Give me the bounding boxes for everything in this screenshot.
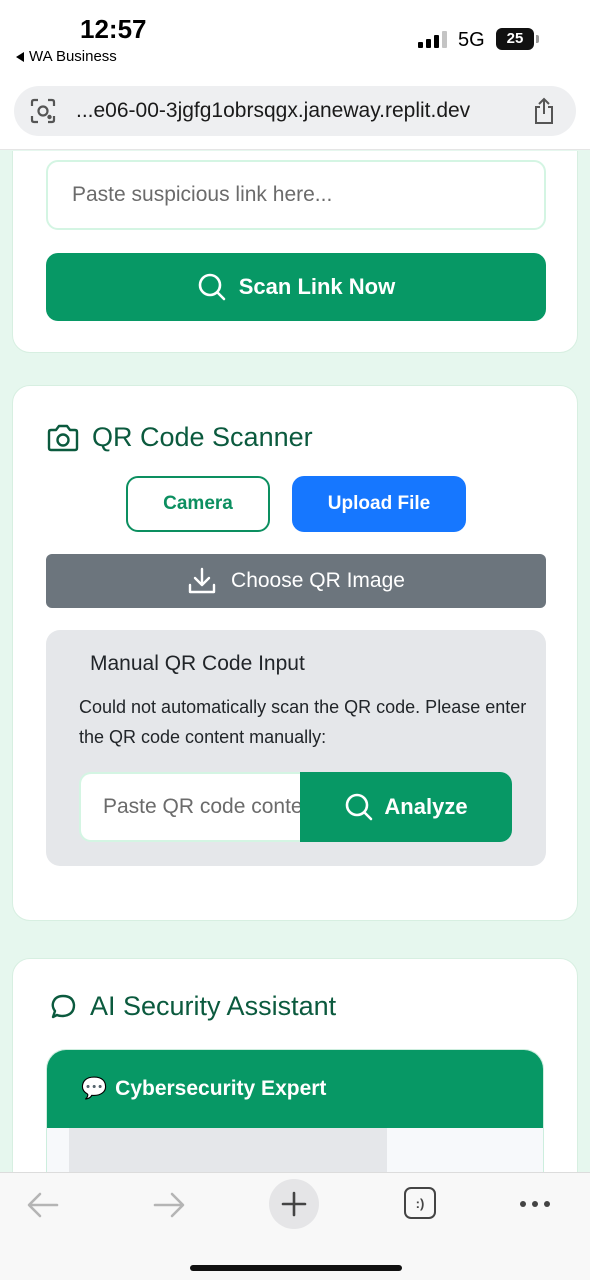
back-arrow-icon[interactable] bbox=[26, 1191, 60, 1219]
choose-qr-image-button[interactable]: Choose QR Image bbox=[46, 554, 546, 608]
ai-assistant-heading: AI Security Assistant bbox=[48, 991, 336, 1022]
manual-qr-title: Manual QR Code Input bbox=[90, 652, 305, 675]
qr-content-input[interactable]: Paste QR code content bbox=[79, 772, 301, 842]
share-icon[interactable] bbox=[532, 97, 556, 125]
dot-icon bbox=[520, 1201, 526, 1207]
url-text: ...e06-00-3jgfg1obrsqgx.janeway.replit.d… bbox=[76, 99, 471, 122]
browser-toolbar: :) bbox=[0, 1172, 590, 1280]
chat-bubble-icon bbox=[51, 994, 76, 1018]
status-time: 12:57 bbox=[80, 14, 147, 44]
back-triangle-icon bbox=[16, 51, 24, 62]
choose-qr-image-label: Choose QR Image bbox=[231, 569, 405, 592]
back-app-label: WA Business bbox=[29, 48, 117, 65]
chat-header: 💬 Cybersecurity Expert bbox=[47, 1050, 543, 1128]
manual-qr-input-panel: Manual QR Code Input Could not automatic… bbox=[46, 630, 546, 866]
analyze-button[interactable]: Analyze bbox=[300, 772, 512, 842]
signal-bars-icon bbox=[418, 30, 447, 48]
network-type: 5G bbox=[458, 29, 485, 51]
tabs-smile-icon: :) bbox=[415, 1195, 425, 1211]
chat-message-bubble bbox=[69, 1128, 387, 1172]
home-indicator[interactable] bbox=[190, 1265, 402, 1271]
dot-icon bbox=[544, 1201, 550, 1207]
chat-panel: 💬 Cybersecurity Expert bbox=[46, 1049, 544, 1172]
manual-qr-description: Could not automatically scan the QR code… bbox=[79, 697, 527, 747]
link-scanner-card: Paste suspicious link here... Scan Link … bbox=[12, 151, 578, 353]
ai-assistant-card: AI Security Assistant 💬 Cybersecurity Ex… bbox=[12, 958, 578, 1172]
camera-icon bbox=[47, 424, 79, 451]
forward-arrow-icon[interactable] bbox=[152, 1191, 186, 1219]
search-icon bbox=[346, 793, 373, 821]
download-icon bbox=[188, 567, 216, 594]
tabs-button[interactable]: :) bbox=[404, 1187, 436, 1219]
speech-balloon-icon: 💬 bbox=[81, 1077, 108, 1100]
scan-link-button[interactable]: Scan Link Now bbox=[46, 253, 546, 321]
suspicious-link-input[interactable]: Paste suspicious link here... bbox=[46, 160, 546, 230]
battery-icon: 25 bbox=[496, 28, 539, 50]
status-bar: 12:57 WA Business 5G 25 bbox=[0, 0, 590, 80]
qr-scanner-card: QR Code Scanner Camera Upload File Choos… bbox=[12, 385, 578, 921]
qr-scanner-title: QR Code Scanner bbox=[92, 422, 313, 452]
search-icon bbox=[198, 273, 226, 301]
analyze-label: Analyze bbox=[384, 794, 468, 819]
more-options-button[interactable] bbox=[520, 1201, 550, 1207]
browser-url-area: ...e06-00-3jgfg1obrsqgx.janeway.replit.d… bbox=[0, 80, 590, 150]
page-content: Paste suspicious link here... Scan Link … bbox=[0, 151, 590, 1172]
dot-icon bbox=[532, 1201, 538, 1207]
new-tab-button[interactable] bbox=[269, 1179, 319, 1229]
back-to-app-link[interactable]: WA Business bbox=[16, 48, 117, 65]
plus-icon bbox=[281, 1191, 307, 1217]
camera-button[interactable]: Camera bbox=[126, 476, 270, 532]
page-scan-icon[interactable] bbox=[30, 98, 56, 124]
upload-file-button[interactable]: Upload File bbox=[292, 476, 466, 532]
address-bar[interactable]: ...e06-00-3jgfg1obrsqgx.janeway.replit.d… bbox=[14, 86, 576, 136]
scan-link-label: Scan Link Now bbox=[238, 274, 396, 299]
qr-scanner-heading: QR Code Scanner bbox=[46, 422, 313, 453]
ai-assistant-title: AI Security Assistant bbox=[90, 991, 337, 1021]
chat-header-title: Cybersecurity Expert bbox=[115, 1077, 327, 1100]
